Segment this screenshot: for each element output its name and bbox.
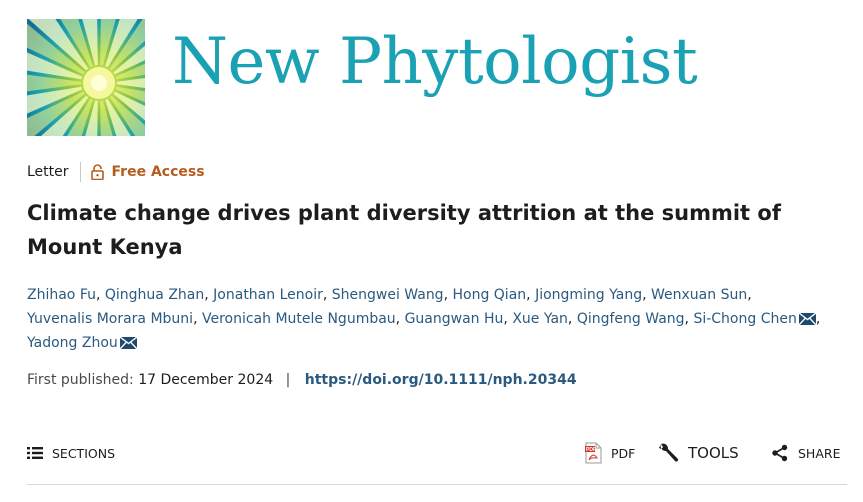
author-name: Yuvenalis Morara Mbuni	[27, 311, 194, 327]
author-link[interactable]: Xue Yan,	[512, 311, 572, 327]
author-name: Jiongming Yang	[535, 287, 643, 303]
article-title: Climate change drives plant diversity at…	[27, 201, 781, 259]
share-label: SHARE	[798, 445, 841, 461]
sections-label: SECTIONS	[52, 445, 116, 461]
author-link[interactable]: Wenxuan Sun,	[651, 287, 752, 303]
author-link[interactable]: Shengwei Wang,	[332, 287, 448, 303]
author-list: Zhihao Fu, Qinghua Zhan, Jonathan Lenoir…	[27, 283, 857, 355]
pdf-label: PDF	[611, 445, 636, 461]
journal-logo[interactable]	[27, 19, 145, 136]
author-name: Shengwei Wang	[331, 287, 444, 303]
article-meta: Letter Free Access	[27, 161, 205, 183]
author-name: Qinghua Zhan	[104, 287, 205, 303]
author-link[interactable]: Jiongming Yang,	[535, 287, 647, 303]
author-name: Qingfeng Wang	[576, 311, 685, 327]
author-name: Xue Yan	[512, 311, 568, 327]
author-separator: ,	[204, 287, 209, 303]
author-link[interactable]: Qinghua Zhan,	[105, 287, 209, 303]
unlocked-padlock-icon	[90, 164, 104, 180]
tools-label: TOOLS	[688, 444, 739, 462]
author-separator: ,	[95, 287, 101, 303]
author-separator: ,	[747, 287, 752, 303]
author-name: Hong Qian	[452, 287, 527, 303]
pub-separator: |	[285, 372, 291, 388]
author-link[interactable]: Jonathan Lenoir,	[213, 287, 327, 303]
sunburst-logo-icon	[27, 19, 145, 136]
author-name: Wenxuan Sun	[651, 287, 748, 303]
author-link[interactable]: Veronicah Mutele Ngumbau,	[202, 311, 400, 327]
author-separator: ,	[815, 311, 821, 327]
author-separator: ,	[642, 287, 647, 303]
author-name: Zhihao Fu	[27, 287, 96, 303]
meta-divider	[79, 162, 81, 182]
svg-text:PDF: PDF	[586, 447, 596, 453]
author-link[interactable]: Hong Qian,	[452, 287, 530, 303]
pdf-file-icon: PDF	[585, 442, 602, 464]
author-name: Guangwan Hu	[404, 311, 504, 327]
share-button[interactable]: SHARE	[771, 439, 840, 467]
journal-title[interactable]: New Phytologist	[172, 22, 698, 102]
author-separator: ,	[395, 311, 401, 327]
author-link[interactable]: Guangwan Hu,	[405, 311, 508, 327]
publication-date: 17 December 2024	[138, 372, 274, 388]
first-published-label: First published:	[27, 372, 134, 388]
share-icon	[772, 444, 788, 462]
author-separator: ,	[503, 311, 508, 327]
author-link[interactable]: Si-Chong Chen,	[693, 311, 820, 327]
author-link[interactable]: Zhihao Fu,	[27, 287, 100, 303]
author-separator: ,	[443, 287, 449, 303]
article-type: Letter	[27, 164, 69, 180]
author-link[interactable]: Qingfeng Wang,	[577, 311, 689, 327]
free-access-badge: Free Access	[111, 164, 205, 180]
toolbar-divider	[27, 484, 847, 485]
author-separator: ,	[567, 311, 573, 327]
list-icon	[27, 447, 43, 459]
envelope-icon[interactable]	[119, 337, 137, 349]
author-separator: ,	[684, 311, 689, 327]
author-name: Jonathan Lenoir	[213, 287, 323, 303]
author-link[interactable]: Yuvenalis Morara Mbuni,	[27, 311, 198, 327]
publication-info: First published: 17 December 2024 | http…	[27, 372, 577, 388]
doi-link[interactable]: https://doi.org/10.1111/nph.20344	[305, 372, 577, 388]
author-name: Si-Chong Chen	[693, 311, 797, 327]
author-name: Yadong Zhou	[27, 335, 118, 351]
author-link[interactable]: Yadong Zhou	[27, 335, 137, 351]
author-separator: ,	[322, 287, 328, 303]
author-separator: ,	[526, 287, 531, 303]
wrench-icon	[659, 443, 679, 462]
author-name: Veronicah Mutele Ngumbau	[201, 311, 396, 327]
envelope-icon[interactable]	[798, 313, 816, 325]
author-separator: ,	[193, 311, 198, 327]
sections-button[interactable]: SECTIONS	[27, 439, 115, 467]
article-toolbar: SECTIONS PDF PDF TOOLS SHARE	[27, 439, 847, 467]
tools-button[interactable]: TOOLS	[657, 439, 739, 467]
pdf-button[interactable]: PDF PDF	[585, 439, 635, 467]
